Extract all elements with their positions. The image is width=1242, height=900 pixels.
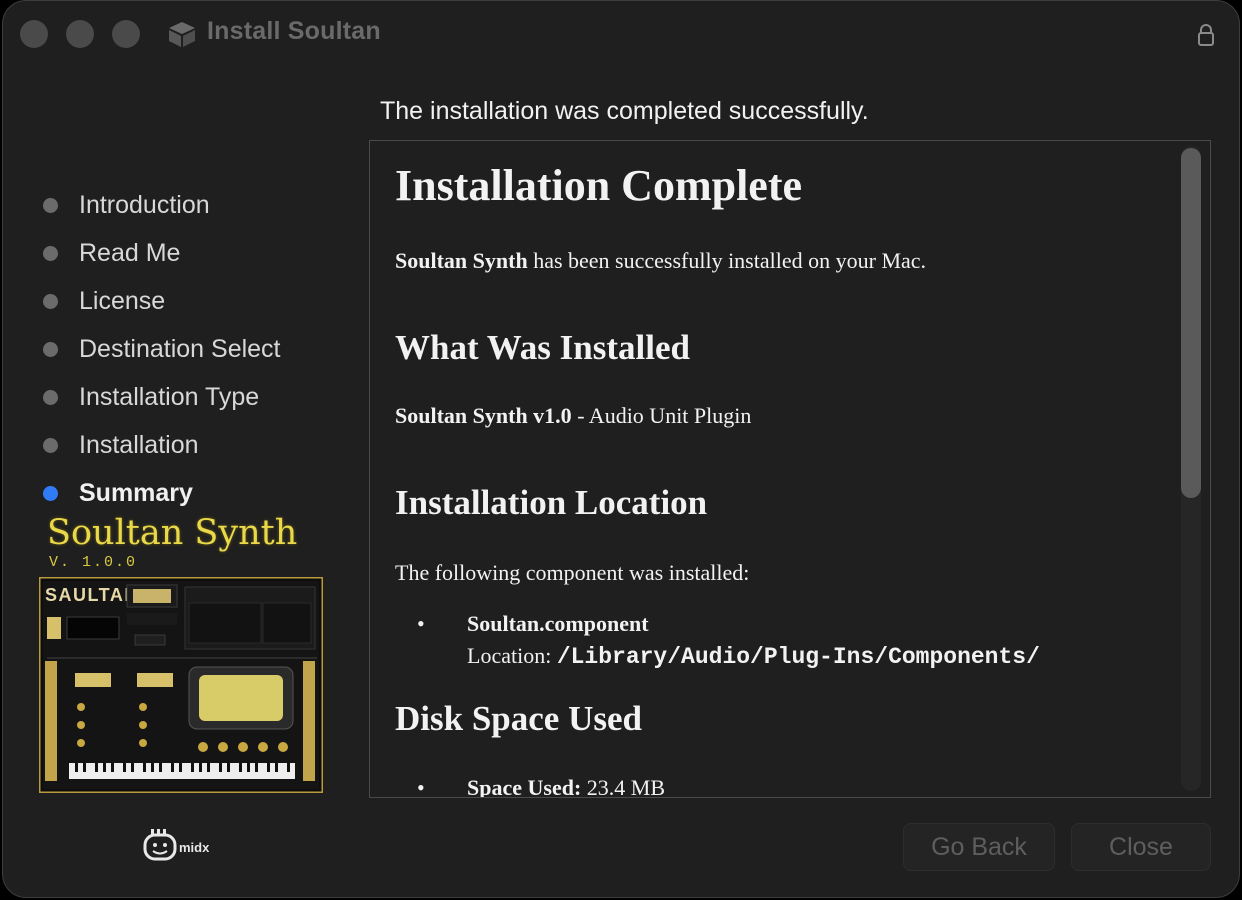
content-title: Installation Complete [395,161,802,210]
installed-item-type: - Audio Unit Plugin [571,403,752,428]
step-installation-type: Installation Type [41,373,259,421]
vertical-scrollbar[interactable] [1179,146,1203,791]
product-name: Soultan Synth [395,248,528,273]
component-name: Soultan.component [467,611,649,636]
product-version: V. 1.0.0 [49,554,138,571]
lock-icon [1198,24,1214,46]
step-dot [43,437,58,453]
step-license: License [41,277,165,325]
step-read-me: Read Me [41,229,180,277]
zoom-window-button[interactable] [112,20,140,48]
section-heading-installed: What Was Installed [395,328,690,367]
page-heading: The installation was completed successfu… [380,97,869,125]
step-label: Read Me [79,238,181,267]
installed-item-name: Soultan Synth v1.0 [395,403,572,428]
step-introduction: Introduction [41,181,210,229]
step-label: Installation [79,430,199,459]
step-destination-select: Destination Select [41,325,281,373]
step-dot-active [43,485,58,501]
step-dot [43,389,58,405]
step-label: Installation Type [79,382,260,411]
location-label: Location: [467,643,557,668]
title-bar: Install Soultan [3,1,1239,67]
install-message: Soultan Synth has been successfully inst… [395,248,926,274]
step-installation: Installation [41,421,199,469]
summary-content-panel[interactable]: Installation Complete Soultan Synth has … [369,140,1211,798]
minimize-window-button[interactable] [66,20,94,48]
step-summary: Summary [41,469,193,517]
scrollbar-thumb[interactable] [1181,148,1201,498]
space-used: Space Used: 23.4 MB [467,775,666,798]
location-path: /Library/Audio/Plug-Ins/Components/ [556,644,1040,670]
close-window-button[interactable] [20,20,48,48]
installed-item: Soultan Synth v1.0 - Audio Unit Plugin [395,403,751,429]
close-button[interactable]: Close [1071,823,1211,871]
section-heading-disk-space: Disk Space Used [395,699,642,738]
list-bullet: • [417,611,425,636]
step-dot [43,341,58,357]
step-label: License [79,286,166,315]
step-dot [43,245,58,261]
svg-text:midx: midx [179,840,210,855]
window-title: Install Soultan [207,17,381,45]
installer-steps: Introduction Read Me License Destination… [41,181,281,517]
plugin-screenshot-image: SAULTAN [39,577,323,793]
section-heading-location: Installation Location [395,483,708,522]
svg-text:SAULTAN: SAULTAN [45,585,139,605]
space-used-label: Space Used: [467,775,582,798]
installer-package-icon [169,22,195,47]
step-label: Introduction [79,190,210,219]
list-bullet: • [417,775,425,798]
midx-logo-icon: midx [143,829,210,861]
step-label: Destination Select [79,334,281,363]
installer-window: Install Soultan The installation was com… [2,0,1240,898]
component-location: Location: /Library/Audio/Plug-Ins/Compon… [467,643,1040,670]
step-label: Summary [79,478,193,507]
location-intro: The following component was installed: [395,560,750,585]
install-message-text: has been successfully installed on your … [527,248,927,273]
product-title: Soultan Synth [47,513,298,553]
space-used-value: 23.4 MB [581,775,666,798]
step-dot [43,293,58,309]
step-dot [43,197,58,213]
go-back-button[interactable]: Go Back [903,823,1055,871]
